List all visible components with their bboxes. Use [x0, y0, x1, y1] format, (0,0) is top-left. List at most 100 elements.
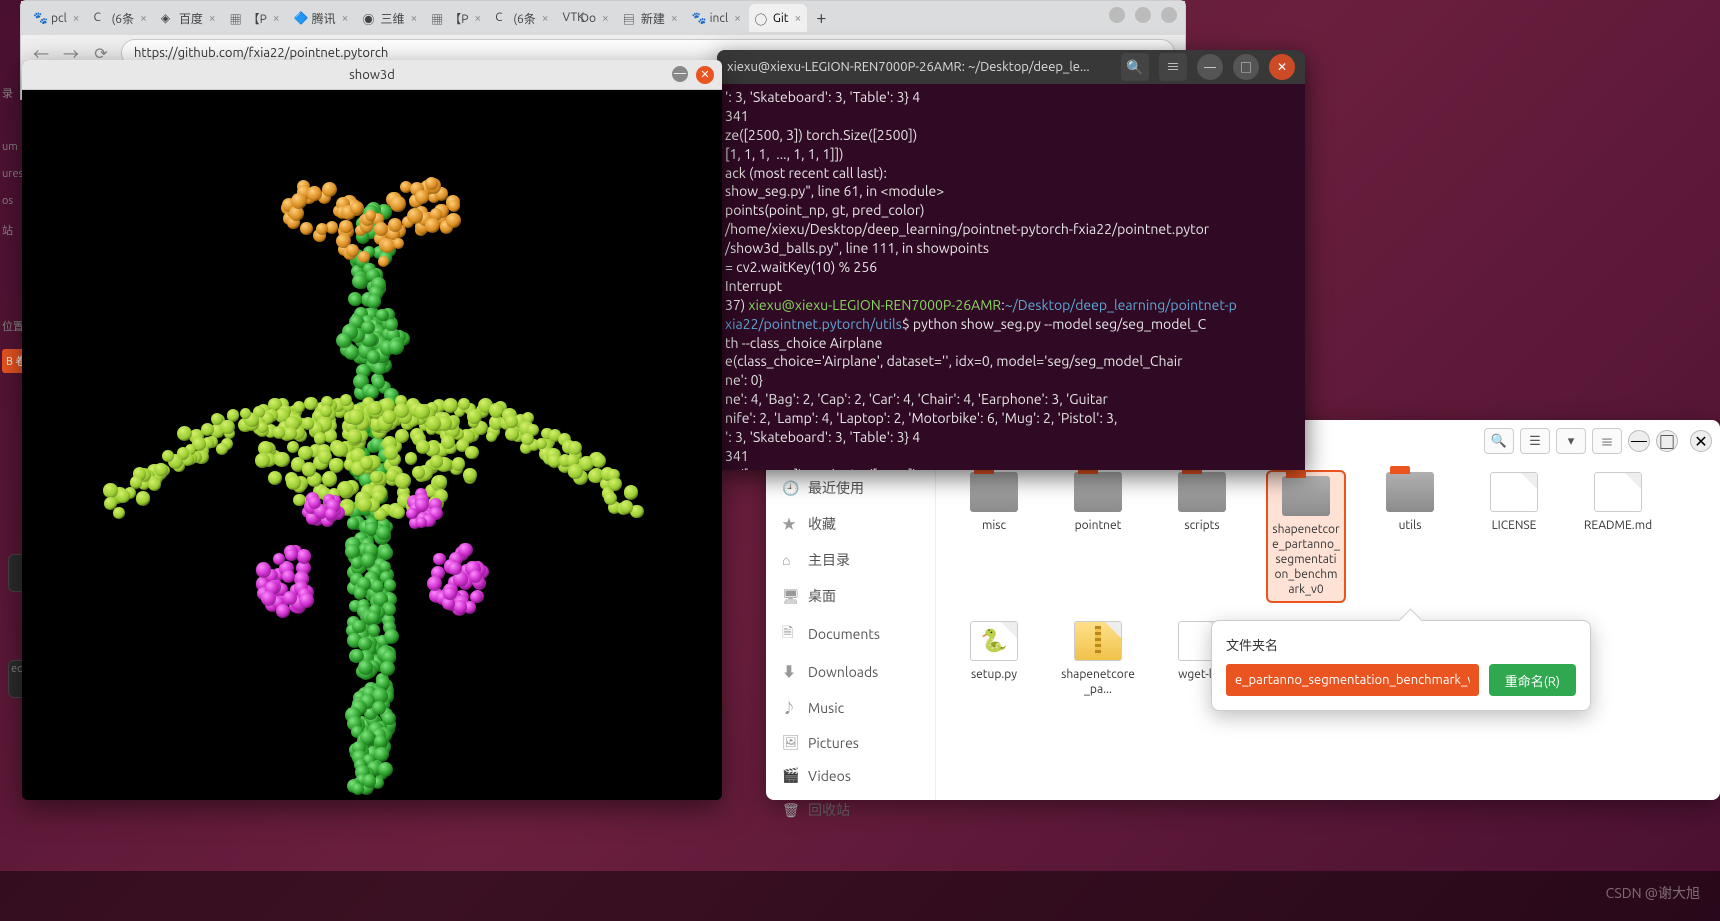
place-icon: ⌂ [782, 552, 798, 568]
terminal-menu-icon[interactable]: ≡ [1159, 53, 1187, 81]
browser-tab[interactable]: 🔷腾讯× [288, 4, 355, 32]
close-button[interactable]: ✕ [1269, 54, 1295, 80]
tab-favicon-icon: VTK [563, 11, 577, 25]
tab-favicon-icon: ▦ [431, 11, 445, 25]
sidebar-place[interactable]: 🗑回收站 [766, 792, 935, 828]
file-label: utils [1372, 518, 1448, 533]
files-grid[interactable]: misc pointnet scripts shapenetcore_partanno… [936, 420, 1720, 800]
minimize-button[interactable]: — [672, 66, 688, 82]
tab-favicon-icon: 🐾 [33, 11, 47, 25]
browser-window-controls [1109, 7, 1177, 23]
folder-icon [1282, 476, 1330, 516]
file-item[interactable]: misc [956, 472, 1032, 601]
terminal-title: xiexu@xiexu-LEGION-REN7000P-26AMR: ~/Des… [727, 60, 1111, 74]
browser-tab[interactable]: C(6条× [489, 4, 554, 32]
maximize-icon[interactable] [1135, 7, 1151, 23]
tab-close-icon[interactable]: × [474, 12, 481, 25]
place-icon: ⬇ [782, 662, 798, 682]
file-item[interactable]: LICENSE [1476, 472, 1552, 601]
tab-close-icon[interactable]: × [73, 12, 80, 25]
tab-favicon-icon: C [94, 11, 108, 25]
tab-close-icon[interactable]: × [342, 12, 349, 25]
browser-tab[interactable]: 🐾incl× [686, 4, 747, 32]
sidebar-place[interactable]: 🗎Documents [766, 614, 935, 654]
file-item[interactable]: README.md [1580, 472, 1656, 601]
file-item[interactable]: utils [1372, 472, 1448, 601]
tab-close-icon[interactable]: × [209, 12, 216, 25]
folder-icon [1386, 472, 1434, 512]
file-label: LICENSE [1476, 518, 1552, 533]
tab-close-icon[interactable]: × [542, 12, 549, 25]
pointcloud-canvas[interactable] [22, 90, 722, 800]
sidebar-place[interactable]: ⌂主目录 [766, 542, 935, 578]
sidebar-place[interactable]: ★收藏 [766, 506, 935, 542]
browser-tab[interactable]: ▦【P× [425, 4, 487, 32]
maximize-button[interactable]: □ [1233, 54, 1259, 80]
show3d-window: show3d — ✕ [22, 60, 722, 800]
file-icon [1490, 472, 1538, 512]
tab-close-icon[interactable]: × [140, 12, 147, 25]
file-item[interactable]: shapenetcore_partanno_segmentation_bench… [1268, 472, 1344, 601]
tab-favicon-icon: C [495, 11, 509, 25]
sidebar-place[interactable]: 🖥桌面 [766, 578, 935, 614]
tab-close-icon[interactable]: × [273, 12, 280, 25]
place-icon: 🗑 [782, 802, 798, 819]
terminal-output[interactable]: ': 3, 'Skateboard': 3, 'Table': 3} 4341z… [717, 84, 1305, 470]
sidebar-place[interactable]: ⬇Downloads [766, 654, 935, 690]
sidebar-place[interactable]: 🖼Pictures [766, 726, 935, 759]
files-sidebar: 🕘最近使用★收藏⌂主目录🖥桌面🗎Documents⬇Downloads♪Musi… [766, 420, 936, 800]
browser-tab[interactable]: ◉三维× [356, 4, 423, 32]
browser-tab[interactable]: C(6条× [88, 4, 153, 32]
tab-close-icon[interactable]: × [410, 12, 417, 25]
terminal-window: xiexu@xiexu-LEGION-REN7000P-26AMR: ~/Des… [717, 50, 1305, 470]
browser-tab[interactable]: ▤新建× [617, 4, 684, 32]
rename-confirm-button[interactable]: 重命名(R) [1489, 664, 1576, 696]
py-icon [970, 621, 1018, 661]
browser-tab[interactable]: 🐾pcl× [27, 4, 86, 32]
file-item[interactable]: pointnet [1060, 472, 1136, 601]
files-window: 🔍 ☰ ▾ ≡ — □ ✕ 🕘最近使用★收藏⌂主目录🖥桌面🗎Documents⬇… [766, 420, 1720, 800]
place-icon: 🕘 [782, 480, 798, 497]
minimize-icon[interactable] [1109, 7, 1125, 23]
place-icon: 🖥 [782, 588, 798, 605]
tab-favicon-icon: ▦ [230, 11, 244, 25]
file-icon [1594, 472, 1642, 512]
close-icon[interactable] [1161, 7, 1177, 23]
file-item[interactable]: shapenetcore_pa... [1060, 621, 1136, 697]
close-button[interactable]: ✕ [696, 66, 714, 84]
tab-favicon-icon: 🔷 [294, 11, 308, 25]
new-tab-button[interactable]: + [809, 6, 833, 30]
sidebar-place[interactable]: ♪Music [766, 690, 935, 726]
tab-favicon-icon: ◈ [161, 11, 175, 25]
rename-popover: 文件夹名 重命名(R) [1211, 620, 1591, 711]
browser-tab[interactable]: VTKDo× [557, 4, 615, 32]
file-label: scripts [1164, 518, 1240, 533]
rename-input[interactable] [1226, 664, 1479, 696]
browser-tabstrip: 🐾pcl×C(6条×◈百度×▦【P×🔷腾讯×◉三维×▦【P×C(6条×VTKDo… [21, 1, 1185, 35]
folder-icon [1178, 472, 1226, 512]
place-icon: ♪ [782, 698, 798, 718]
tab-favicon-icon: 🐾 [692, 11, 706, 25]
tab-favicon-icon: ◉ [362, 11, 376, 25]
folder-icon [1074, 472, 1122, 512]
browser-tab[interactable]: ◯Git× [749, 4, 807, 32]
tab-close-icon[interactable]: × [734, 12, 741, 25]
file-label: pointnet [1060, 518, 1136, 533]
terminal-search-icon[interactable]: 🔍 [1121, 53, 1149, 81]
place-icon: 🎬 [782, 767, 798, 784]
file-item[interactable]: scripts [1164, 472, 1240, 601]
rename-heading: 文件夹名 [1226, 635, 1576, 654]
file-label: shapenetcore_partanno_segmentation_bench… [1272, 522, 1340, 597]
tab-close-icon[interactable]: × [671, 12, 678, 25]
browser-tab[interactable]: ◈百度× [155, 4, 222, 32]
zip-icon [1074, 621, 1122, 661]
tab-favicon-icon: ◯ [755, 11, 769, 25]
tab-close-icon[interactable]: × [795, 12, 802, 25]
sidebar-place[interactable]: 🎬Videos [766, 759, 935, 792]
file-item[interactable]: setup.py [956, 621, 1032, 697]
minimize-button[interactable]: — [1197, 54, 1223, 80]
sidebar-place[interactable]: 🕘最近使用 [766, 470, 935, 506]
file-label: README.md [1580, 518, 1656, 533]
browser-tab[interactable]: ▦【P× [224, 4, 286, 32]
tab-close-icon[interactable]: × [602, 12, 609, 25]
